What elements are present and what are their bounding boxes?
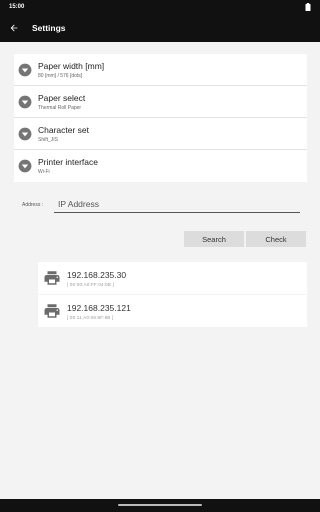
setting-value: 80 [mm] / 576 [dots] [38,72,83,79]
app-bar: Settings [0,14,320,42]
setting-printer-interface[interactable]: Printer interface Wi-Fi [14,150,307,182]
check-button[interactable]: Check [246,231,306,247]
back-button[interactable] [0,14,28,42]
status-bar: 15:00 [0,0,320,14]
settings-screen: 15:00 Settings Paper width [mm] 80 [mm] … [0,0,320,512]
setting-character-set[interactable]: Character set Shift_JIS [14,118,307,150]
dropdown-circle-icon [18,159,32,173]
navigation-bar [0,499,320,512]
setting-paper-select[interactable]: Paper select Thermal Roll Paper [14,86,307,118]
status-time: 15:00 [9,4,25,10]
printer-mac: [ 00:00:A0:FF:04:0B ] [67,281,114,287]
setting-paper-width[interactable]: Paper width [mm] 80 [mm] / 576 [dots] [14,54,307,86]
home-gesture-handle[interactable] [118,504,202,506]
dropdown-circle-icon [18,95,32,108]
page-title: Settings [32,23,66,33]
printer-result-item[interactable]: 192.168.235.121 [ 00:11:A0:08:8F:8B ] [38,295,307,327]
printer-icon [44,271,60,285]
battery-icon [305,3,311,11]
setting-value: Wi-Fi [38,169,50,175]
printer-icon [44,304,60,318]
setting-title: Character set [38,124,90,135]
address-label: Address : [22,202,44,208]
printer-mac: [ 00:11:A0:08:8F:8B ] [67,314,114,320]
ip-address-input[interactable] [54,196,300,213]
setting-value: Thermal Roll Paper [38,104,82,111]
printer-ip: 192.168.235.30 [67,269,127,280]
printer-result-item[interactable]: 192.168.235.30 [ 00:00:A0:FF:04:0B ] [38,262,307,294]
setting-value: Shift_JIS [38,136,59,143]
setting-title: Paper select [38,92,86,103]
dropdown-circle-icon [18,127,32,140]
settings-list: Paper width [mm] 80 [mm] / 576 [dots] Pa… [14,54,307,182]
search-button[interactable]: Search [184,231,244,247]
address-row: Address : [22,196,302,214]
printer-result-list: 192.168.235.30 [ 00:00:A0:FF:04:0B ] 192… [38,262,307,328]
setting-title: Printer interface [38,157,98,167]
dropdown-circle-icon [18,63,32,76]
arrow-back-icon [10,24,18,32]
setting-title: Paper width [mm] [38,60,105,71]
printer-ip: 192.168.235.121 [67,302,131,313]
